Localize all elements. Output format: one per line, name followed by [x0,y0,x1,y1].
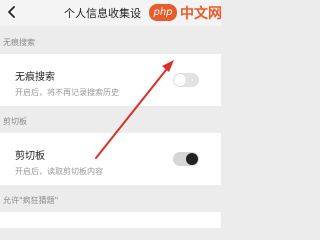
setting-row-clipboard[interactable]: 剪切板 开启后，读取剪切板内容 [0,133,221,185]
setting-title: 剪切板 [15,151,45,162]
red-annotation-arrow [95,60,174,159]
clipboard-toggle[interactable] [173,152,199,166]
section-label-allow: 允许"疯狂猜题" [3,196,59,205]
app-header: 个人信息收集设 php 中文网 [0,0,222,26]
incognito-search-toggle[interactable] [173,73,199,87]
setting-subtitle: 开启后，将不再记录搜索历史 [15,88,119,97]
page-title: 个人信息收集设 [64,7,141,20]
toggle-knob [186,153,198,165]
section-label-incognito-search: 无痕搜索 [3,38,35,47]
watermark-badge: php [149,4,177,21]
setting-row-incognito-search[interactable]: 无痕搜索 开启后，将不再记录搜索历史 [0,54,221,106]
toggle-knob [174,74,186,86]
setting-title: 无痕搜索 [15,72,55,83]
back-arrow-icon[interactable] [4,4,20,20]
watermark-logo: php 中文网 [149,2,222,23]
watermark-text: 中文网 [180,6,222,22]
setting-subtitle: 开启后，读取剪切板内容 [15,167,103,176]
section-label-clipboard: 剪切板 [3,117,27,126]
setting-row-partial [0,212,221,228]
